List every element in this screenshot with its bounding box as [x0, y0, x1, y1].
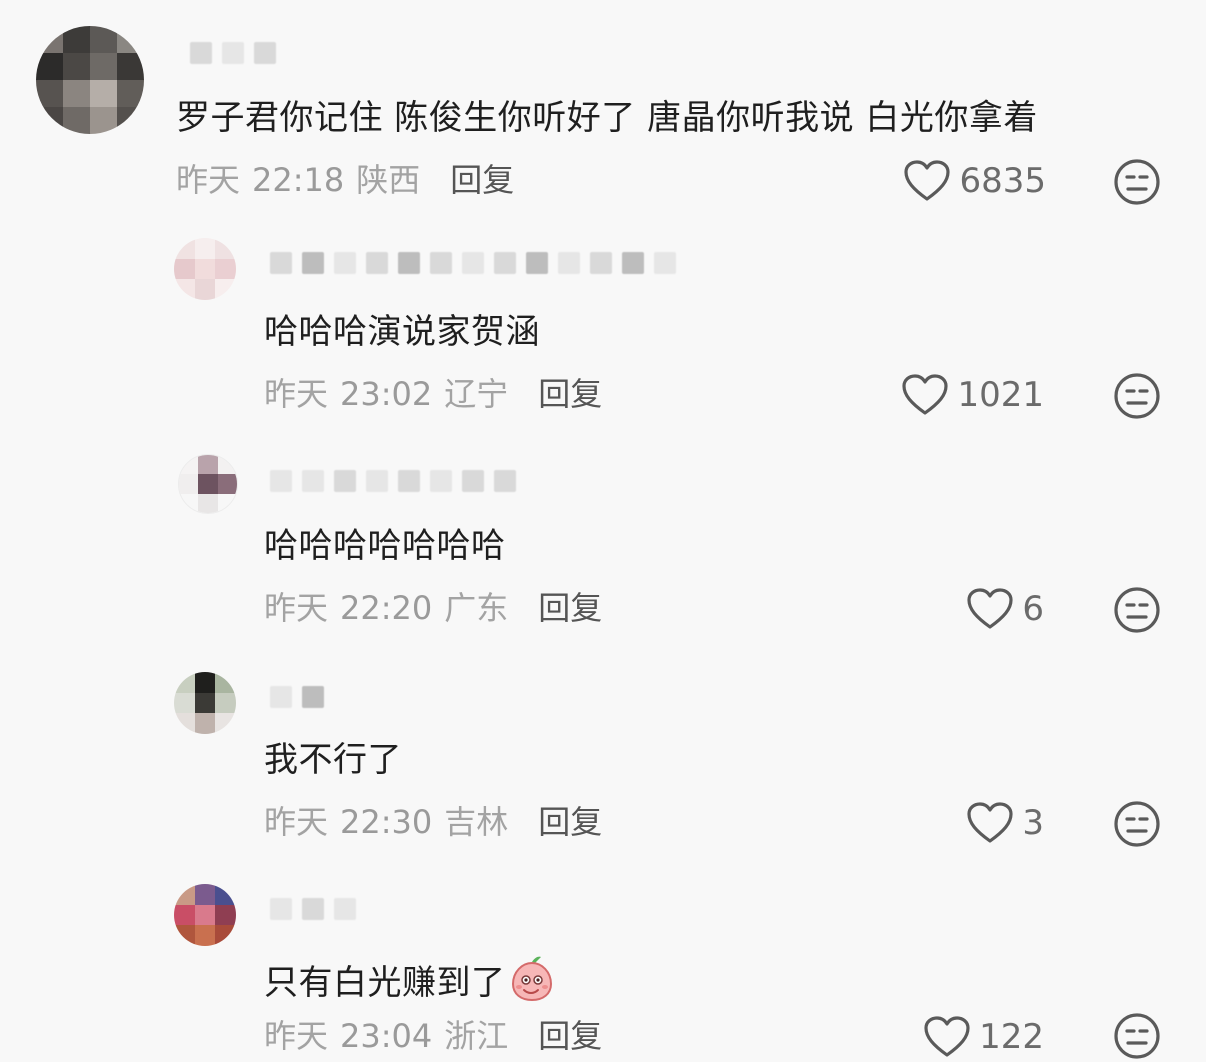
- dislike-button[interactable]: [1113, 158, 1161, 206]
- comment-meta: 昨天 22:18 陕西 回复: [176, 160, 514, 200]
- comment-list: 罗子君你记住 陈俊生你听好了 唐晶你听我说 白光你拿着 昨天 22:18 陕西 …: [0, 0, 1206, 1062]
- comment-location: 辽宁: [444, 375, 509, 413]
- heart-outline-icon: [923, 1015, 971, 1059]
- meh-face-icon: [1114, 159, 1160, 205]
- comment-text-content: 只有白光赚到了: [264, 963, 506, 1003]
- like-count: 3: [1022, 803, 1044, 843]
- comment-date: 昨天: [176, 161, 241, 199]
- redaction-block: [302, 898, 324, 920]
- redaction-block: [334, 898, 356, 920]
- redaction-block: [302, 686, 324, 708]
- comment-text: 我不行了: [264, 740, 402, 780]
- peach-emoji-icon: [510, 954, 554, 1002]
- redaction-block: [398, 252, 420, 274]
- comment-location: 浙江: [444, 1017, 509, 1055]
- comment-date: 昨天: [264, 375, 329, 413]
- dislike-button[interactable]: [1113, 800, 1161, 848]
- username-redacted[interactable]: [190, 40, 276, 66]
- avatar[interactable]: [36, 26, 144, 134]
- comment-meta: 昨天 22:20 广东 回复: [264, 588, 602, 628]
- comment-time: 23:02: [340, 375, 433, 413]
- heart-outline-icon: [966, 801, 1014, 845]
- reply-button[interactable]: 回复: [538, 588, 602, 628]
- meh-face-icon: [1114, 1013, 1160, 1059]
- redaction-block: [190, 42, 212, 64]
- redaction-block: [366, 470, 388, 492]
- redaction-block: [302, 470, 324, 492]
- comment-location: 陕西: [356, 161, 421, 199]
- like-button[interactable]: 3: [966, 798, 1044, 848]
- like-button[interactable]: 6835: [903, 156, 1046, 206]
- redaction-block: [430, 252, 452, 274]
- comment-time: 22:20: [340, 589, 433, 627]
- avatar[interactable]: [174, 238, 236, 300]
- redaction-block: [302, 252, 324, 274]
- like-count: 6835: [959, 161, 1046, 201]
- redaction-block: [558, 252, 580, 274]
- comment-date: 昨天: [264, 803, 329, 841]
- redaction-block: [590, 252, 612, 274]
- comment-meta: 昨天 22:30 吉林 回复: [264, 802, 602, 842]
- meh-face-icon: [1114, 801, 1160, 847]
- like-button[interactable]: 122: [923, 1012, 1044, 1062]
- comment-time: 22:18: [252, 161, 345, 199]
- comment-date: 昨天: [264, 589, 329, 627]
- heart-outline-icon: [903, 159, 951, 203]
- redaction-block: [334, 252, 356, 274]
- comment-location: 吉林: [444, 803, 509, 841]
- redaction-block: [494, 252, 516, 274]
- comment-meta: 昨天 23:04 浙江 回复: [264, 1016, 602, 1056]
- redaction-block: [254, 42, 276, 64]
- like-button[interactable]: 1021: [901, 370, 1044, 420]
- redaction-block: [270, 898, 292, 920]
- avatar[interactable]: [174, 884, 236, 946]
- redaction-block: [462, 252, 484, 274]
- redaction-block: [398, 470, 420, 492]
- username-redacted[interactable]: [270, 896, 356, 922]
- comment-meta: 昨天 23:02 辽宁 回复: [264, 374, 602, 414]
- heart-outline-icon: [966, 587, 1014, 631]
- redaction-block: [430, 470, 452, 492]
- like-count: 6: [1022, 589, 1044, 629]
- redaction-block: [462, 470, 484, 492]
- reply-button[interactable]: 回复: [538, 1016, 602, 1056]
- reply-button[interactable]: 回复: [538, 802, 602, 842]
- reply-button[interactable]: 回复: [538, 374, 602, 414]
- redaction-block: [654, 252, 676, 274]
- dislike-button[interactable]: [1113, 1012, 1161, 1060]
- comment-date: 昨天: [264, 1017, 329, 1055]
- redaction-block: [270, 686, 292, 708]
- comment-location: 广东: [444, 589, 509, 627]
- comment-text: 罗子君你记住 陈俊生你听好了 唐晶你听我说 白光你拿着: [176, 98, 1038, 138]
- redaction-block: [334, 470, 356, 492]
- heart-outline-icon: [901, 373, 949, 417]
- comment-text: 只有白光赚到了: [264, 954, 554, 1003]
- dislike-button[interactable]: [1113, 586, 1161, 634]
- redaction-block: [222, 42, 244, 64]
- redaction-block: [526, 252, 548, 274]
- dislike-button[interactable]: [1113, 372, 1161, 420]
- meh-face-icon: [1114, 373, 1160, 419]
- username-redacted[interactable]: [270, 468, 516, 494]
- meh-face-icon: [1114, 587, 1160, 633]
- username-redacted[interactable]: [270, 684, 324, 710]
- like-count: 1021: [957, 375, 1044, 415]
- redaction-block: [494, 470, 516, 492]
- like-button[interactable]: 6: [966, 584, 1044, 634]
- reply-button[interactable]: 回复: [450, 160, 514, 200]
- like-count: 122: [979, 1017, 1044, 1057]
- redaction-block: [622, 252, 644, 274]
- avatar[interactable]: [178, 454, 238, 514]
- avatar[interactable]: [174, 672, 236, 734]
- comment-time: 23:04: [340, 1017, 433, 1055]
- redaction-block: [270, 252, 292, 274]
- redaction-block: [366, 252, 388, 274]
- username-redacted[interactable]: [270, 250, 676, 276]
- comment-text: 哈哈哈演说家贺涵: [264, 312, 540, 352]
- comment-text: 哈哈哈哈哈哈哈: [264, 526, 506, 566]
- comment-time: 22:30: [340, 803, 433, 841]
- redaction-block: [270, 470, 292, 492]
